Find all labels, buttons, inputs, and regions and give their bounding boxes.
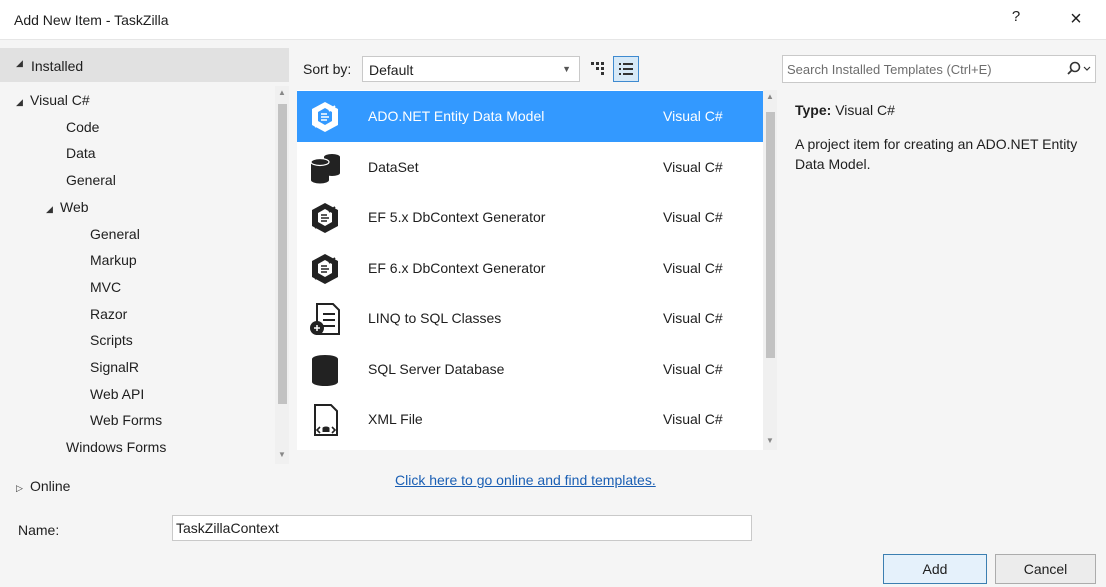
tree-item-label: Windows Forms [66,439,167,456]
list-view-icon [619,63,633,75]
tree-item[interactable]: ◢ Visual C# [16,92,90,108]
tree-item-label: General [66,172,116,189]
entity-model-icon [307,200,343,236]
collapse-triangle-icon: ◢ [16,58,23,68]
template-name: SQL Server Database [368,360,505,377]
sort-by-value: Default [369,62,414,78]
cancel-button[interactable]: Cancel [995,554,1096,584]
online-node[interactable]: ▷ Online [16,478,70,494]
tree-item[interactable]: SignalR [90,359,139,375]
tree-item[interactable]: Scripts [90,332,133,348]
linq-classes-icon [307,301,343,337]
template-category-tree[interactable]: ◢ Visual C# Code Data General ◢ Web General Mark… [0,90,275,460]
template-name: EF 6.x DbContext Generator [368,259,546,276]
tree-item-label: Data [66,145,96,162]
tree-item[interactable]: General [90,226,140,242]
template-row[interactable]: EF 5.x DbContext Generator Visual C# [297,192,763,243]
template-row[interactable]: DataSet Visual C# [297,142,763,193]
find-templates-online-link[interactable]: Click here to go online and find templat… [395,472,656,488]
scroll-up-arrow-icon[interactable]: ▲ [277,88,287,97]
scroll-down-arrow-icon[interactable]: ▼ [765,436,775,445]
tree-item-label: Web [60,198,89,215]
list-view-button[interactable] [613,56,639,82]
installed-header[interactable]: ◢ Installed [0,48,289,82]
window-title: Add New Item - TaskZilla [14,12,169,28]
entity-model-icon [307,251,343,287]
tree-item-label: Web API [90,385,145,402]
template-language: Visual C# [663,411,723,427]
close-button[interactable]: × [1062,6,1090,34]
expand-triangle-icon: ▷ [16,483,23,493]
tree-item-label: Razor [90,305,128,322]
tree-item[interactable]: Web API [90,386,144,402]
tree-item[interactable]: Markup [90,252,137,268]
name-field[interactable] [172,515,752,541]
template-description: A project item for creating an ADO.NET E… [795,136,1078,172]
tree-item[interactable]: MVC [90,279,121,295]
tree-item-label: Visual C# [30,92,90,108]
template-language: Visual C# [663,360,723,377]
online-label: Online [30,478,71,494]
template-row[interactable]: SQL Server Database Visual C# [297,344,763,395]
template-list-scroll-thumb[interactable] [766,112,775,358]
template-name: LINQ to SQL Classes [368,310,502,326]
template-language: Visual C# [663,209,723,225]
tree-item[interactable]: Web Forms [90,412,162,428]
template-language: Visual C# [663,108,723,124]
tree-item-label: SignalR [90,359,140,375]
template-name: EF 5.x DbContext Generator [368,209,546,225]
expand-triangle-icon: ◢ [46,203,53,214]
template-name: XML File [368,411,423,427]
template-language: Visual C# [663,310,723,326]
sort-by-dropdown[interactable]: Default ▼ [362,56,580,82]
template-row[interactable]: XML File Visual C# [297,394,763,445]
tree-item-label: Web Forms [90,412,163,429]
type-info: Type: Visual C# [795,102,895,118]
template-list-scrollbar[interactable]: ▲ ▼ [763,90,777,450]
search-icon[interactable] [1065,60,1091,78]
dataset-icon [307,150,343,186]
type-value: Visual C# [835,102,895,118]
tree-item[interactable]: Data [66,145,96,161]
tree-item-label: Scripts [90,332,133,349]
template-name: DataSet [368,158,419,175]
title-bar: Add New Item - TaskZilla ? × [0,0,1106,40]
add-button[interactable]: Add [883,554,987,584]
search-input[interactable] [787,60,1057,78]
small-icons-view-button[interactable] [585,56,611,82]
chevron-down-icon: ▼ [562,64,571,74]
tree-item[interactable]: Code [66,119,99,135]
scroll-down-arrow-icon[interactable]: ▼ [277,450,287,459]
name-label: Name: [18,522,60,538]
tree-scroll-thumb[interactable] [278,104,287,404]
template-row[interactable]: LINQ to SQL Classes Visual C# [297,293,763,344]
template-row[interactable]: ADO.NET Entity Data Model Visual C# [297,91,763,142]
tree-item[interactable]: General [66,172,116,188]
entity-model-icon [307,99,343,135]
template-language: Visual C# [663,259,723,276]
template-name: ADO.NET Entity Data Model [368,108,545,124]
scroll-up-arrow-icon[interactable]: ▲ [765,92,775,101]
tree-item[interactable]: Windows Forms [66,439,166,455]
tree-item[interactable]: Razor [90,306,127,322]
xml-file-icon [307,402,343,438]
help-button[interactable]: ? [1005,8,1027,25]
tree-scrollbar[interactable]: ▲ ▼ [275,86,289,464]
template-language: Visual C# [663,158,723,175]
tree-item-label: General [90,225,140,242]
tree-item[interactable]: ◢ Web [46,199,89,215]
search-box[interactable] [782,55,1096,83]
tree-item-label: MVC [90,278,122,295]
template-row[interactable]: EF 6.x DbContext Generator Visual C# [297,243,763,294]
type-label: Type: [795,102,832,118]
expand-triangle-icon: ◢ [16,97,23,107]
database-icon [307,352,343,388]
tree-item-label: Markup [90,252,137,269]
sort-by-label: Sort by: [303,61,352,77]
installed-label: Installed [31,58,84,74]
tree-item-label: Code [66,118,100,135]
template-list[interactable]: ADO.NET Entity Data Model Visual C# DataSe… [297,90,763,450]
small-icons-icon [591,62,604,75]
